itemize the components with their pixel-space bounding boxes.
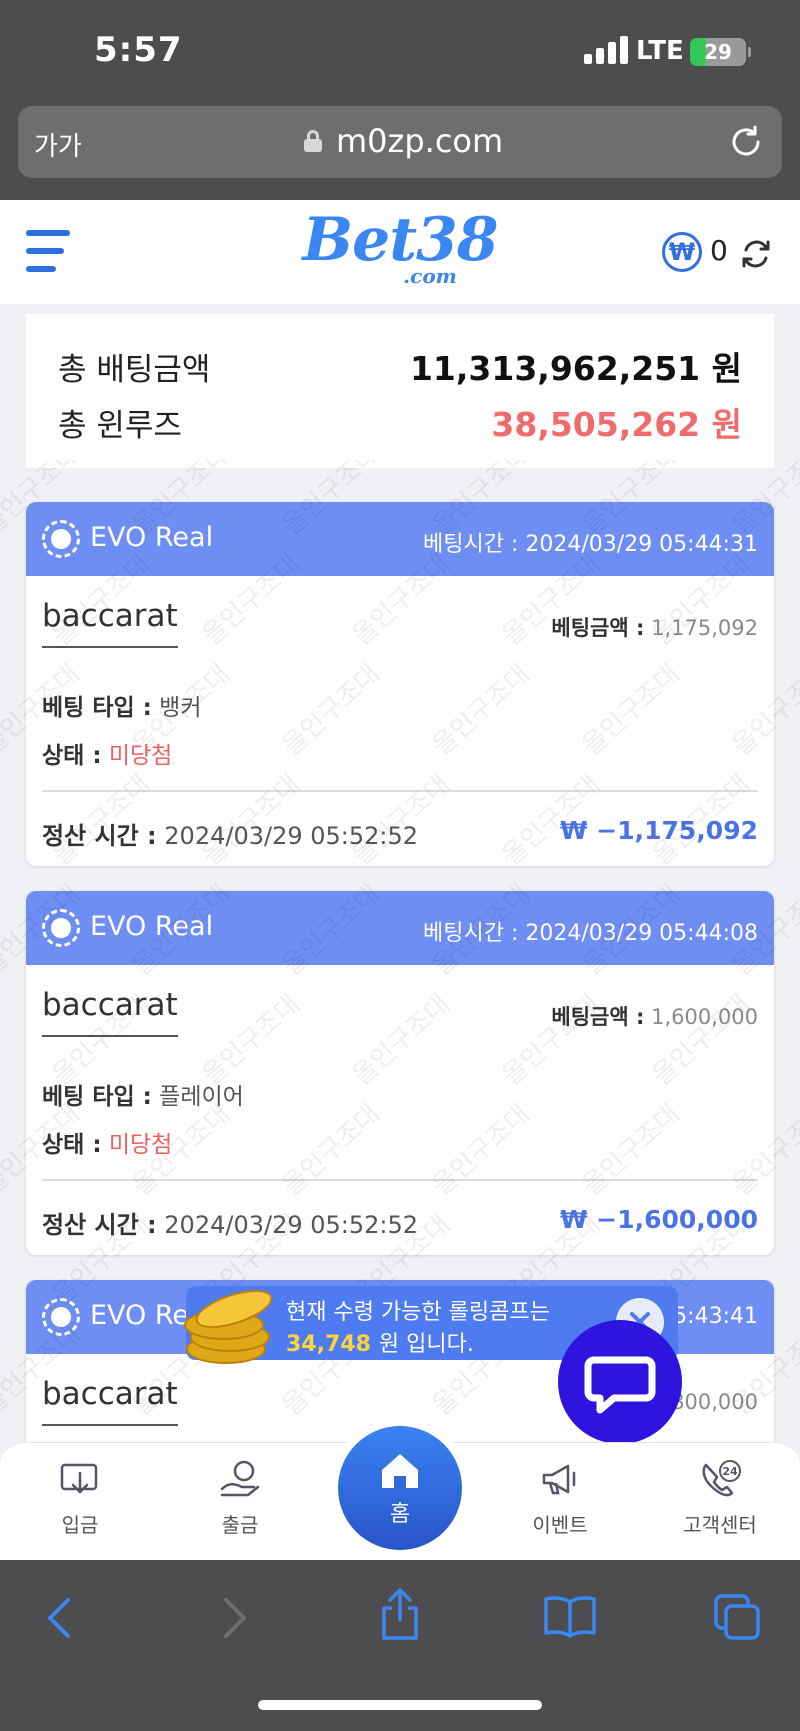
bet-status: 상태 : 미당첨	[42, 1132, 173, 1158]
bet-amount: 800,000	[671, 1390, 758, 1414]
bet-type: 베팅 타입 : 플레이어	[42, 1084, 244, 1110]
bet-time: 베팅시간 : 2024/03/29 05:44:08	[423, 921, 758, 946]
nav-support-label: 고객센터	[683, 1513, 757, 1537]
forward-icon[interactable]	[214, 1596, 254, 1640]
battery-icon: 29	[690, 38, 746, 66]
battery-text: 29	[704, 40, 732, 64]
casino-chip-icon	[42, 1298, 80, 1336]
watermark-text: 올인구조대	[796, 989, 800, 1092]
text-size-button[interactable]: 가가	[34, 126, 82, 163]
lock-icon	[304, 130, 322, 152]
url-text[interactable]: m0zp.com	[336, 122, 503, 160]
home-icon	[382, 1454, 418, 1488]
divider	[42, 1179, 758, 1181]
settle-time: 정산 시간 : 2024/03/29 05:52:52	[42, 822, 419, 850]
nav-deposit[interactable]: 입금	[20, 1459, 140, 1538]
balance-value: 0	[710, 234, 728, 267]
total-bet-value: 11,313,962,251 원	[409, 349, 742, 388]
game-name: baccarat	[42, 1376, 178, 1426]
deposit-icon	[60, 1463, 98, 1494]
menu-icon[interactable]	[26, 230, 72, 274]
bet-time: 베팅시간 : 2024/03/29 05:44:31	[423, 532, 758, 557]
total-bet-row: 총 배팅금액 11,313,962,251 원	[58, 338, 742, 388]
chat-bubble-icon	[584, 1356, 656, 1414]
withdraw-icon	[220, 1460, 260, 1497]
bet-result: ₩ −1,175,092	[560, 816, 758, 845]
bet-amount: 베팅금액 : 1,175,092	[551, 616, 758, 640]
megaphone-icon	[542, 1464, 576, 1495]
bet-type: 베팅 타입 : 뱅커	[42, 695, 202, 721]
total-winlose-label: 총 윈루즈	[58, 408, 182, 444]
total-winlose-row: 총 윈루즈 38,505,262 원	[58, 394, 742, 444]
watermark-text: 올인구조대	[796, 1209, 800, 1312]
svg-text:24: 24	[722, 1465, 738, 1478]
reload-icon[interactable]	[728, 124, 764, 160]
total-winlose-value: 38,505,262 원	[491, 405, 742, 444]
game-name: baccarat	[42, 598, 178, 648]
network-label: LTE	[636, 36, 684, 66]
bet-card-header: EVO Real 베팅시간 : 2024/03/29 05:44:08	[26, 891, 774, 965]
watermark-text: 올인구조대	[796, 769, 800, 872]
bet-status: 상태 : 미당첨	[42, 743, 173, 769]
nav-withdraw-label: 출금	[221, 1513, 259, 1537]
nav-home[interactable]: 홈	[338, 1426, 462, 1550]
nav-withdraw[interactable]: 출금	[180, 1459, 300, 1538]
provider-name: EVO Real	[90, 911, 214, 942]
status-bar: 5:57 LTE 29	[0, 0, 800, 100]
casino-chip-icon	[42, 909, 80, 947]
nav-event[interactable]: 이벤트	[500, 1459, 620, 1538]
browser-chrome: 가가 m0zp.com	[0, 100, 800, 200]
casino-chip-icon	[42, 520, 80, 558]
bet-card[interactable]: EVO Real 베팅시간 : 2024/03/29 05:44:08 bacc…	[26, 891, 774, 1255]
bet-card-header: EVO Real 베팅시간 : 2024/03/29 05:44:31	[26, 502, 774, 576]
home-indicator	[258, 1700, 542, 1710]
game-name: baccarat	[42, 987, 178, 1037]
logo[interactable]: Bet38 .com	[300, 208, 500, 292]
nav-deposit-label: 입금	[61, 1513, 99, 1537]
provider-name: EVO Re	[90, 1300, 190, 1331]
bet-card[interactable]: EVO Real 베팅시간 : 2024/03/29 05:44:31 bacc…	[26, 502, 774, 866]
tabs-icon[interactable]	[712, 1592, 762, 1642]
provider-name: EVO Real	[90, 522, 214, 553]
watermark-text: 올인구조대	[796, 549, 800, 652]
divider	[42, 790, 758, 792]
toast-line2: 34,748 원 입니다.	[286, 1332, 474, 1357]
signal-icon	[584, 36, 628, 64]
status-time: 5:57	[94, 30, 183, 70]
refresh-icon[interactable]	[738, 236, 774, 272]
bet-result: ₩ −1,600,000	[560, 1205, 758, 1234]
site-header: Bet38 .com ₩ 0	[0, 200, 800, 304]
share-icon[interactable]	[376, 1586, 424, 1642]
back-icon[interactable]	[40, 1596, 80, 1640]
nav-home-label: 홈	[389, 1502, 411, 1527]
live-chat-button[interactable]	[558, 1320, 682, 1444]
toast-amount: 34,748	[286, 1332, 371, 1357]
settle-time: 정산 시간 : 2024/03/29 05:52:52	[42, 1211, 419, 1239]
support-24-icon: 24	[702, 1460, 741, 1497]
logo-text: Bet38	[302, 205, 498, 275]
won-icon: ₩	[662, 232, 702, 272]
nav-support[interactable]: 24 고객센터	[660, 1459, 780, 1538]
bet-amount: 베팅금액 : 1,600,000	[551, 1005, 758, 1029]
coins-icon	[180, 1282, 280, 1368]
bet-summary: 총 배팅금액 11,313,962,251 원 총 윈루즈 38,505,262…	[26, 314, 774, 468]
toast-line1: 현재 수령 가능한 롤링콤프는	[286, 1300, 550, 1325]
bookmarks-icon[interactable]	[542, 1594, 598, 1638]
total-bet-label: 총 배팅금액	[58, 352, 211, 388]
address-bar[interactable]: 가가 m0zp.com	[18, 106, 782, 178]
nav-event-label: 이벤트	[532, 1513, 588, 1537]
